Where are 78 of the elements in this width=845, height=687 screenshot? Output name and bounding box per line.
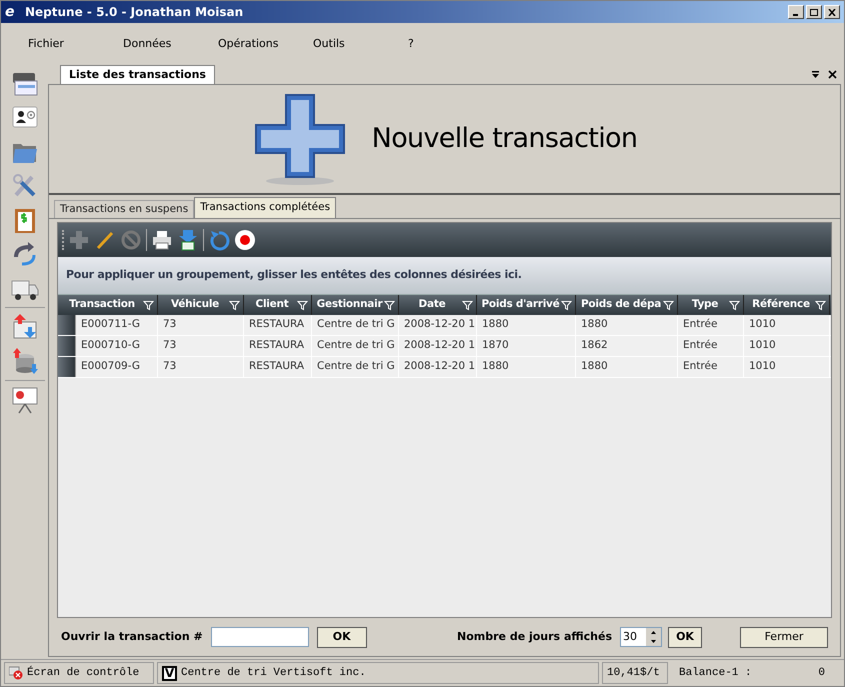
table-cell: Centre de tri G (312, 315, 399, 335)
site-name: Centre de tri Vertisoft inc. (181, 666, 366, 681)
window-title: Neptune - 5.0 - Jonathan Moisan (25, 4, 244, 21)
app-logo: e (5, 2, 16, 22)
table-cell: E000710-G (76, 336, 158, 356)
row-indicator[interactable] (58, 357, 76, 377)
table-cell: 73 (158, 357, 244, 377)
table-cell: RESTAURA (244, 315, 312, 335)
tab[interactable]: Transactions complétées (194, 197, 336, 218)
filter-icon[interactable] (384, 300, 395, 310)
table-cell: 73 (158, 315, 244, 335)
ok-button[interactable]: OK (668, 626, 702, 648)
table-cell: 1010 (744, 315, 830, 335)
menu-item[interactable]: Outils (313, 36, 408, 52)
table-cell: Entrée (678, 336, 744, 356)
table-cell: 2008-12-20 1 (399, 336, 477, 356)
document-tab[interactable]: Liste des transactions (60, 65, 215, 84)
table-cell: Entrée (678, 357, 744, 377)
table-cell: 73 (158, 336, 244, 356)
transaction-number-field[interactable] (210, 627, 309, 647)
close-icon (828, 8, 836, 16)
table-cell: RESTAURA (244, 357, 312, 377)
close-button[interactable]: Fermer (740, 626, 828, 648)
menu-item[interactable]: ? (408, 36, 503, 52)
pencil-icon[interactable] (94, 229, 116, 251)
filter-icon[interactable] (663, 300, 674, 310)
table-cell: Entrée (678, 315, 744, 335)
price-per-ton: 10,41$/t (607, 666, 660, 681)
menu-item[interactable]: Opérations (218, 36, 313, 52)
export-icon[interactable] (177, 229, 199, 251)
maximize-icon (810, 8, 818, 16)
table-cell: 1880 (576, 357, 678, 377)
close-button[interactable] (824, 5, 840, 19)
table-cell: 1880 (477, 357, 576, 377)
menu-item[interactable]: Données (123, 36, 218, 52)
scale-value: 0 (818, 666, 825, 681)
table-cell: 1010 (744, 357, 830, 377)
filter-icon[interactable] (229, 300, 240, 310)
filter-icon[interactable] (815, 300, 826, 310)
scale-label: Balance-1 : (679, 666, 752, 681)
days-shown-label: Nombre de jours affichés (457, 628, 612, 645)
filter-icon[interactable] (462, 300, 473, 310)
table-cell: 2008-12-20 1 (399, 357, 477, 377)
table-cell: 1862 (576, 336, 678, 356)
record-icon[interactable] (234, 229, 256, 251)
site-badge: V (162, 666, 177, 680)
minimize-button[interactable] (788, 5, 804, 19)
printer-icon[interactable] (151, 229, 173, 251)
group-hint: Pour appliquer un groupement, glisser les entêtes des colonnes désirées ici. (66, 267, 522, 284)
table-cell: 2008-12-20 1 (399, 315, 477, 335)
status-screen[interactable]: Écran de contrôle (4, 662, 154, 684)
table-cell: 1870 (477, 336, 576, 356)
days-spinner[interactable]: 30 (620, 627, 662, 647)
table-cell: Centre de tri G (312, 336, 399, 356)
filter-icon[interactable] (143, 300, 154, 310)
presentation-icon[interactable] (10, 385, 40, 415)
close-icon[interactable] (828, 70, 837, 79)
maximize-button[interactable] (806, 5, 822, 19)
filter-icon[interactable] (297, 300, 308, 310)
filter-icon[interactable] (729, 300, 740, 310)
row-indicator[interactable] (58, 336, 76, 356)
menu-item[interactable]: Fichier (28, 36, 123, 52)
table-cell: 1010 (744, 336, 830, 356)
banner-title: Nouvelle transaction (372, 122, 638, 156)
ok-button[interactable]: OK (316, 626, 367, 648)
filter-icon[interactable] (561, 300, 572, 310)
add-icon[interactable] (68, 229, 90, 251)
tab[interactable]: Transactions en suspens (54, 200, 194, 218)
open-transaction-label: Ouvrir la transaction # (61, 628, 203, 645)
table-cell: E000711-G (76, 315, 158, 335)
table-cell: 1880 (477, 315, 576, 335)
table-cell: RESTAURA (244, 336, 312, 356)
dropdown-icon[interactable] (811, 70, 820, 79)
row-indicator[interactable] (58, 315, 76, 335)
screen-error-icon (9, 666, 23, 680)
table-cell: E000709-G (76, 357, 158, 377)
table-cell: 1880 (576, 315, 678, 335)
table-cell: Centre de tri G (312, 357, 399, 377)
